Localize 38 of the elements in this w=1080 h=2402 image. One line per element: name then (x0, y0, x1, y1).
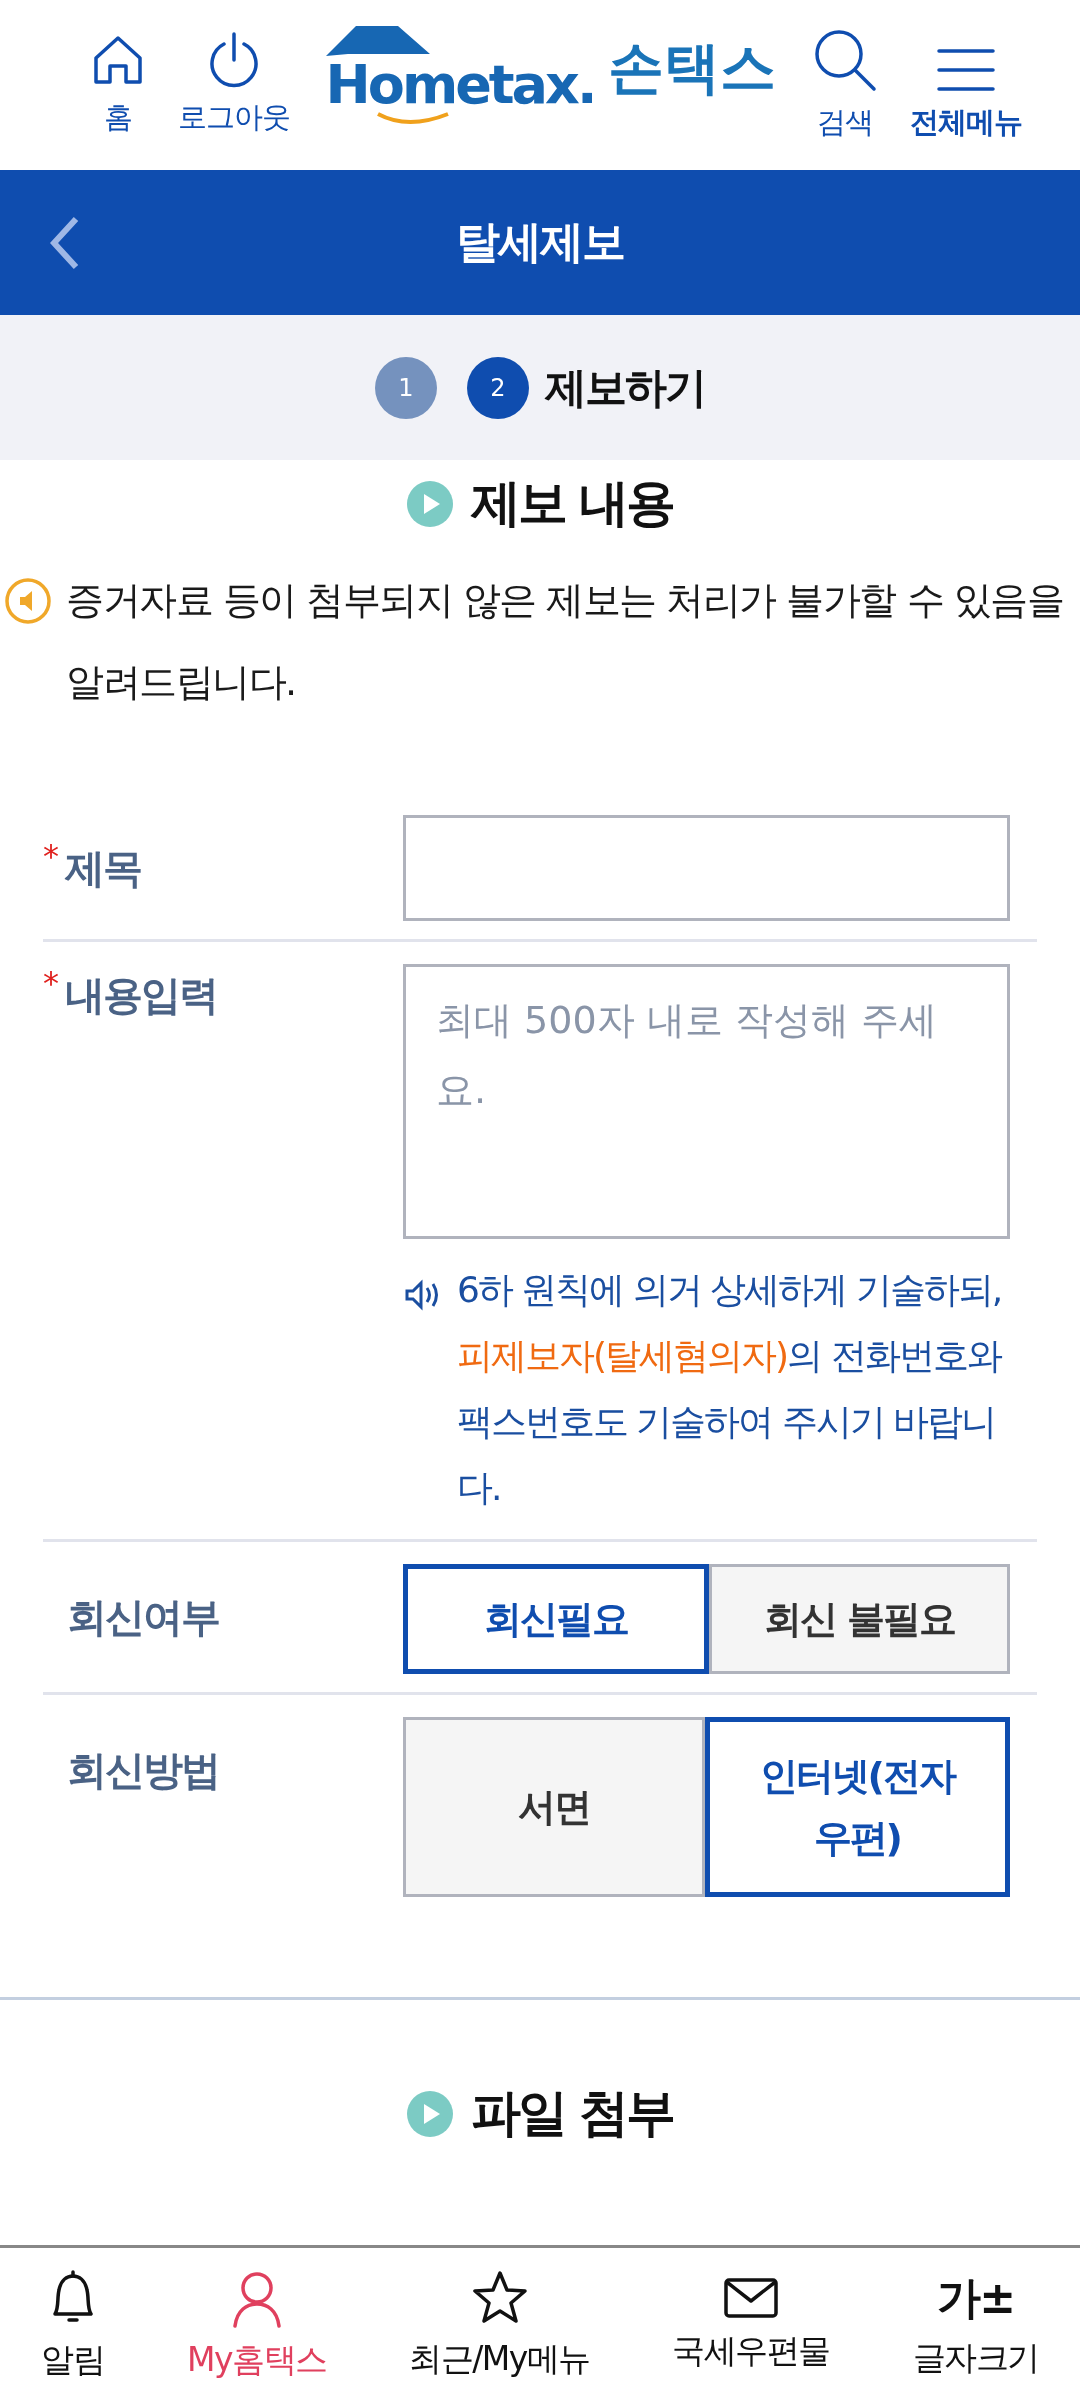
step-number: 2 (467, 356, 529, 419)
field-label: 제목 (65, 844, 141, 893)
notice-text: 증거자료 등이 첨부되지 않은 제보는 처리가 불가할 수 있음을 알려드립니다. (66, 577, 1065, 706)
home-button[interactable]: 홈 (90, 32, 146, 138)
field-label: 내용입력 (65, 971, 217, 1020)
mail-icon (723, 2276, 780, 2319)
section-title: 제보 내용 (470, 473, 674, 534)
nav-item[interactable]: 최근/My메뉴 (409, 2268, 590, 2382)
required-mark: * (43, 837, 59, 875)
speaker-icon (4, 577, 52, 625)
page-title: 탈세제보 (456, 215, 624, 269)
choice-button[interactable]: 인터넷(전자우편) (704, 1717, 1010, 1897)
hint-text: 6하 원칙에 의거 상세하게 기술하되, 피제보자(탈세혐의자)의 전화번호와 팩스번호도 기술하여 주시기 바랍니다. (457, 1268, 1003, 1510)
nav-item[interactable]: My홈택스 (187, 2267, 327, 2383)
font-size-icon: 가± (936, 2269, 1015, 2326)
logout-button[interactable]: 로그아웃 (178, 32, 290, 138)
play-icon (406, 480, 453, 527)
logo[interactable]: Hometax. 손택스 (325, 24, 777, 126)
field-label: 회신여부 (67, 1593, 219, 1642)
menu-icon (937, 47, 995, 93)
required-mark: * (43, 964, 59, 1002)
content-textarea[interactable]: 최대 500자 내로 작성해 주세요. (403, 964, 1010, 1239)
nav-item[interactable]: 가± 글자크기 (912, 2269, 1039, 2381)
field-label: 회신방법 (67, 1746, 219, 1795)
choice-button[interactable]: 회신 불필요 (708, 1564, 1010, 1674)
choice-button[interactable]: 서면 (403, 1717, 705, 1897)
choice-button[interactable]: 회신필요 (403, 1564, 709, 1674)
nav-item[interactable]: 국세우편물 (672, 2276, 830, 2374)
menu-button[interactable]: 전체메뉴 (910, 47, 1022, 143)
search-button[interactable]: 검색 (812, 27, 878, 143)
step-number: 1 (375, 356, 437, 419)
title-input[interactable] (403, 815, 1010, 921)
search-icon (812, 27, 878, 93)
smile-swoosh-icon (375, 112, 450, 126)
nav-item[interactable]: 알림 (41, 2267, 105, 2383)
section-title: 파일 첨부 (470, 2083, 674, 2144)
play-icon (406, 2090, 453, 2137)
step-label: 제보하기 (545, 361, 705, 414)
